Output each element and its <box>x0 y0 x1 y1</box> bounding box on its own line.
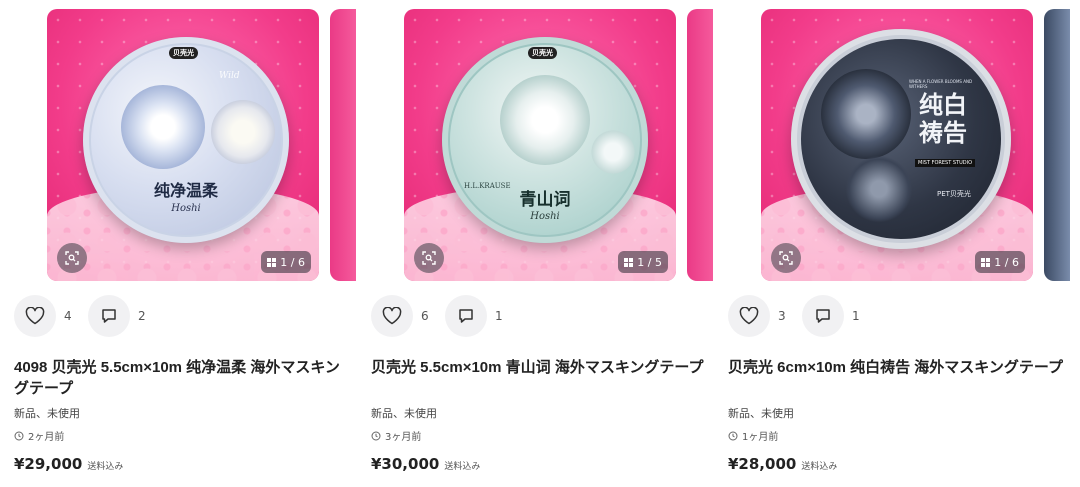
product-title[interactable]: 贝壳光 5.5cm×10m 青山词 海外マスキングテープ <box>371 357 706 378</box>
product-title[interactable]: 贝壳光 6cm×10m 纯白祷告 海外マスキングテープ <box>728 357 1063 378</box>
product-card[interactable]: Wild 纯净温柔 Hoshi 贝壳光 1 / 6 4 2 4098 贝壳光 5… <box>0 0 357 487</box>
tape-signature: Hoshi <box>530 211 560 222</box>
card-actions: 4 2 <box>14 295 162 337</box>
clock-icon <box>371 431 381 440</box>
product-image[interactable]: Wild 纯净温柔 Hoshi 贝壳光 1 / 6 <box>47 9 319 281</box>
comment-button[interactable] <box>88 295 130 337</box>
like-count: 3 <box>778 309 786 323</box>
product-condition: 新品、未使用 <box>728 407 794 420</box>
like-count: 4 <box>64 309 72 323</box>
rose-illustration <box>588 127 638 177</box>
product-card[interactable]: WHEN A FLOWER BLOOMS AND WITHERS 纯白祷告 MI… <box>714 0 1071 487</box>
comment-count: 1 <box>852 309 860 323</box>
card-actions: 6 1 <box>371 295 519 337</box>
tape-title: 纯净温柔 <box>153 181 218 200</box>
listing-time: 1ヶ月前 <box>728 428 778 443</box>
image-search-icon <box>422 251 436 265</box>
tape-signature: Hoshi <box>171 203 201 214</box>
price-row: ¥29,000 送料込み <box>14 455 123 473</box>
image-counter: 1 / 5 <box>618 251 668 273</box>
product-condition: 新品、未使用 <box>14 407 80 420</box>
comment-icon <box>102 309 116 323</box>
time-ago: 3ヶ月前 <box>385 432 422 443</box>
rose-illustration <box>821 69 911 159</box>
price-row: ¥28,000 送料込み <box>728 455 837 473</box>
tape-title: 纯白祷告 <box>919 90 967 147</box>
image-search-button[interactable] <box>57 243 87 273</box>
heart-icon <box>382 307 402 325</box>
product-image[interactable]: H.L.KRAUSE 青山词 Hoshi 贝壳光 1 / 5 <box>404 9 676 281</box>
grid-icon <box>981 257 991 267</box>
product-image[interactable]: WHEN A FLOWER BLOOMS AND WITHERS 纯白祷告 MI… <box>761 9 1033 281</box>
rose-illustration <box>211 100 275 164</box>
comment-button[interactable] <box>445 295 487 337</box>
tape-title: 青山词 <box>519 190 571 210</box>
image-search-button[interactable] <box>414 243 444 273</box>
tape-brand-label: 贝壳光 <box>528 47 557 59</box>
price: ¥30,000 <box>371 455 440 473</box>
like-count: 6 <box>421 309 429 323</box>
washi-tape-roll: WHEN A FLOWER BLOOMS AND WITHERS 纯白祷告 MI… <box>791 29 1011 249</box>
tape-extra-text: PET贝壳光 <box>937 190 971 198</box>
shipping-note: 送料込み <box>87 462 124 472</box>
heart-icon <box>25 307 45 325</box>
image-counter-text: 1 / 6 <box>280 255 305 269</box>
listing-time: 2ヶ月前 <box>14 428 64 443</box>
image-counter-text: 1 / 6 <box>994 255 1019 269</box>
rose-illustration <box>121 85 205 169</box>
comment-count: 1 <box>495 309 503 323</box>
like-button[interactable] <box>14 295 56 337</box>
time-ago: 2ヶ月前 <box>28 432 65 443</box>
shipping-note: 送料込み <box>801 462 838 472</box>
grid-icon <box>624 257 634 267</box>
washi-tape-roll: Wild 纯净温柔 Hoshi 贝壳光 <box>83 37 289 243</box>
rose-illustration <box>500 75 590 165</box>
comment-icon <box>816 309 830 323</box>
price: ¥28,000 <box>728 455 797 473</box>
heart-icon <box>739 307 759 325</box>
listing-time: 3ヶ月前 <box>371 428 421 443</box>
listing-grid: Wild 纯净温柔 Hoshi 贝壳光 1 / 6 4 2 4098 贝壳光 5… <box>0 0 1080 487</box>
product-condition: 新品、未使用 <box>371 407 437 420</box>
image-search-icon <box>779 251 793 265</box>
comment-icon <box>459 309 473 323</box>
tape-extra-text: Wild <box>219 71 240 81</box>
next-image-preview[interactable] <box>330 9 356 281</box>
price: ¥29,000 <box>14 455 83 473</box>
like-button[interactable] <box>371 295 413 337</box>
product-card[interactable]: H.L.KRAUSE 青山词 Hoshi 贝壳光 1 / 5 6 1 贝壳光 5… <box>357 0 714 487</box>
tape-brand-label: 贝壳光 <box>169 47 198 59</box>
next-image-preview[interactable] <box>687 9 713 281</box>
comment-button[interactable] <box>802 295 844 337</box>
image-search-icon <box>65 251 79 265</box>
next-image-preview[interactable] <box>1044 9 1070 281</box>
shipping-note: 送料込み <box>444 462 481 472</box>
price-row: ¥30,000 送料込み <box>371 455 480 473</box>
washi-tape-roll: H.L.KRAUSE 青山词 Hoshi 贝壳光 <box>442 37 648 243</box>
tape-signature: MIST FOREST STUDIO <box>915 159 976 167</box>
grid-icon <box>267 257 277 267</box>
like-button[interactable] <box>728 295 770 337</box>
image-search-button[interactable] <box>771 243 801 273</box>
image-counter: 1 / 6 <box>261 251 311 273</box>
clock-icon <box>728 431 738 440</box>
image-counter: 1 / 6 <box>975 251 1025 273</box>
product-title[interactable]: 4098 贝壳光 5.5cm×10m 纯净温柔 海外マスキングテープ <box>14 357 349 399</box>
clock-icon <box>14 431 24 440</box>
comment-count: 2 <box>138 309 146 323</box>
time-ago: 1ヶ月前 <box>742 432 779 443</box>
tape-small-text: WHEN A FLOWER BLOOMS AND WITHERS <box>909 79 973 89</box>
rose-illustration <box>841 151 917 227</box>
image-counter-text: 1 / 5 <box>637 255 662 269</box>
card-actions: 3 1 <box>728 295 876 337</box>
